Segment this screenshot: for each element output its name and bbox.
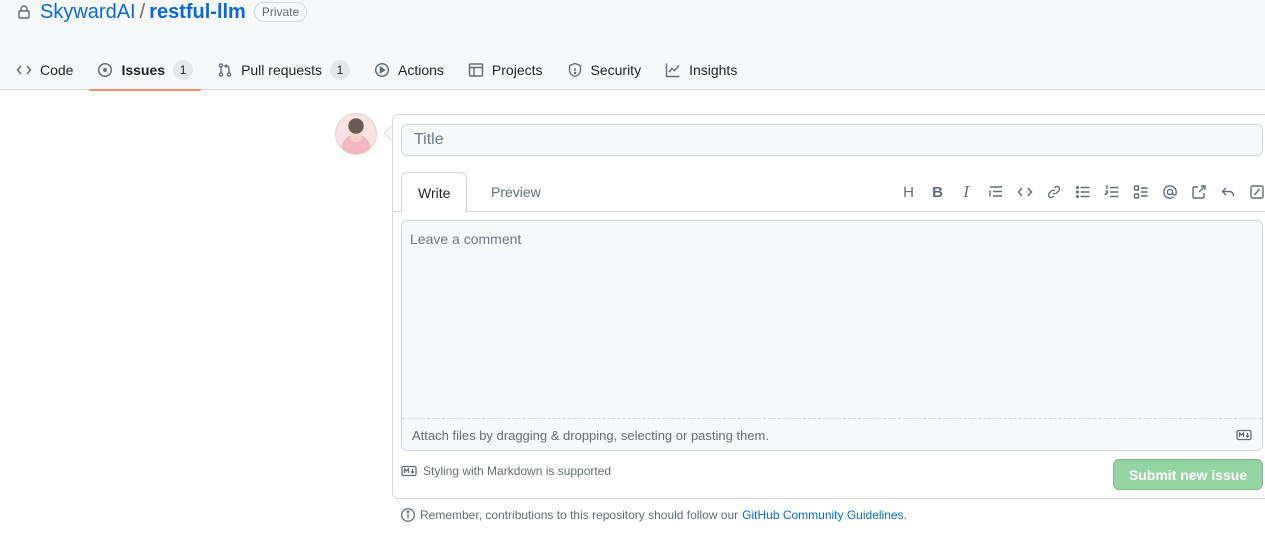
reminder-text: Remember, contributions to this reposito… [420, 508, 739, 522]
tab-projects-label: Projects [491, 62, 543, 78]
link-icon[interactable] [1039, 180, 1068, 204]
repo-nav: Code Issues 1 Pull requests 1 Actions Pr… [8, 50, 753, 91]
markdown-toolbar: H B I [894, 180, 1265, 204]
table-icon [468, 63, 484, 77]
task-list-icon[interactable] [1126, 180, 1155, 204]
code-icon [16, 65, 32, 75]
issues-count-badge: 1 [173, 60, 194, 80]
reminder-suffix: . [903, 508, 907, 522]
graph-icon [665, 63, 680, 78]
attach-files-area[interactable]: Attach files by dragging & dropping, sel… [402, 419, 1262, 451]
tab-projects[interactable]: Projects [460, 50, 551, 90]
comment-textarea[interactable] [402, 221, 1262, 419]
markdown-icon [1236, 429, 1252, 441]
tab-security[interactable]: Security [559, 50, 650, 90]
shield-icon [568, 62, 581, 78]
tab-issues[interactable]: Issues 1 [89, 50, 201, 91]
lock-icon [18, 5, 30, 19]
bold-icon[interactable]: B [923, 180, 952, 204]
pull-requests-count-badge: 1 [330, 60, 350, 80]
attach-files-text: Attach files by dragging & dropping, sel… [412, 427, 769, 443]
markdown-support-note: Styling with Markdown is supported [401, 463, 611, 479]
repo-separator: / [139, 0, 146, 23]
new-issue-form: Write Preview H B I Attach files by drag… [392, 114, 1265, 499]
ordered-list-icon[interactable] [1097, 180, 1126, 204]
unordered-list-icon[interactable] [1068, 180, 1097, 204]
play-icon [374, 62, 390, 78]
heading-icon[interactable]: H [894, 180, 923, 204]
tab-insights[interactable]: Insights [657, 50, 745, 90]
repo-name-link[interactable]: restful-llm [149, 1, 246, 24]
submit-new-issue-button[interactable]: Submit new issue [1113, 459, 1263, 490]
tab-code[interactable]: Code [8, 50, 81, 90]
markdown-note-text: Styling with Markdown is supported [423, 464, 612, 478]
info-icon [401, 508, 415, 522]
git-pull-request-icon [218, 63, 232, 77]
issue-opened-icon [98, 62, 113, 78]
tab-pull-requests-label: Pull requests [241, 62, 322, 78]
tab-issues-label: Issues [121, 62, 166, 78]
avatar[interactable] [335, 113, 377, 155]
guidelines-reminder: Remember, contributions to this reposito… [400, 507, 907, 523]
repo-title: SkywardAI / restful-llm Private [16, 0, 308, 24]
tab-code-label: Code [40, 62, 74, 78]
cross-reference-icon[interactable] [1184, 180, 1213, 204]
mention-icon[interactable] [1155, 180, 1184, 204]
tab-actions-label: Actions [398, 62, 444, 78]
slash-command-icon[interactable] [1242, 180, 1265, 204]
quote-icon[interactable] [981, 180, 1010, 204]
repo-header: SkywardAI / restful-llm Private Code Iss… [0, 0, 1265, 91]
editor-tab-bar: Write Preview H B I [393, 172, 1265, 213]
tab-write[interactable]: Write [401, 172, 468, 213]
visibility-badge: Private [253, 2, 308, 22]
markdown-icon [401, 465, 417, 477]
tab-actions[interactable]: Actions [366, 50, 452, 90]
tab-preview[interactable]: Preview [475, 172, 557, 212]
code-icon[interactable] [1010, 180, 1039, 204]
community-guidelines-link[interactable]: GitHub Community Guidelines [742, 508, 903, 522]
comment-field: Attach files by dragging & dropping, sel… [401, 220, 1263, 451]
tab-security-label: Security [590, 62, 642, 78]
repo-owner-link[interactable]: SkywardAI [40, 1, 136, 24]
saved-reply-icon[interactable] [1213, 180, 1242, 204]
tab-pull-requests[interactable]: Pull requests 1 [209, 50, 358, 90]
issue-title-input[interactable] [401, 124, 1263, 156]
tab-insights-label: Insights [689, 62, 738, 78]
italic-icon[interactable]: I [952, 180, 981, 204]
